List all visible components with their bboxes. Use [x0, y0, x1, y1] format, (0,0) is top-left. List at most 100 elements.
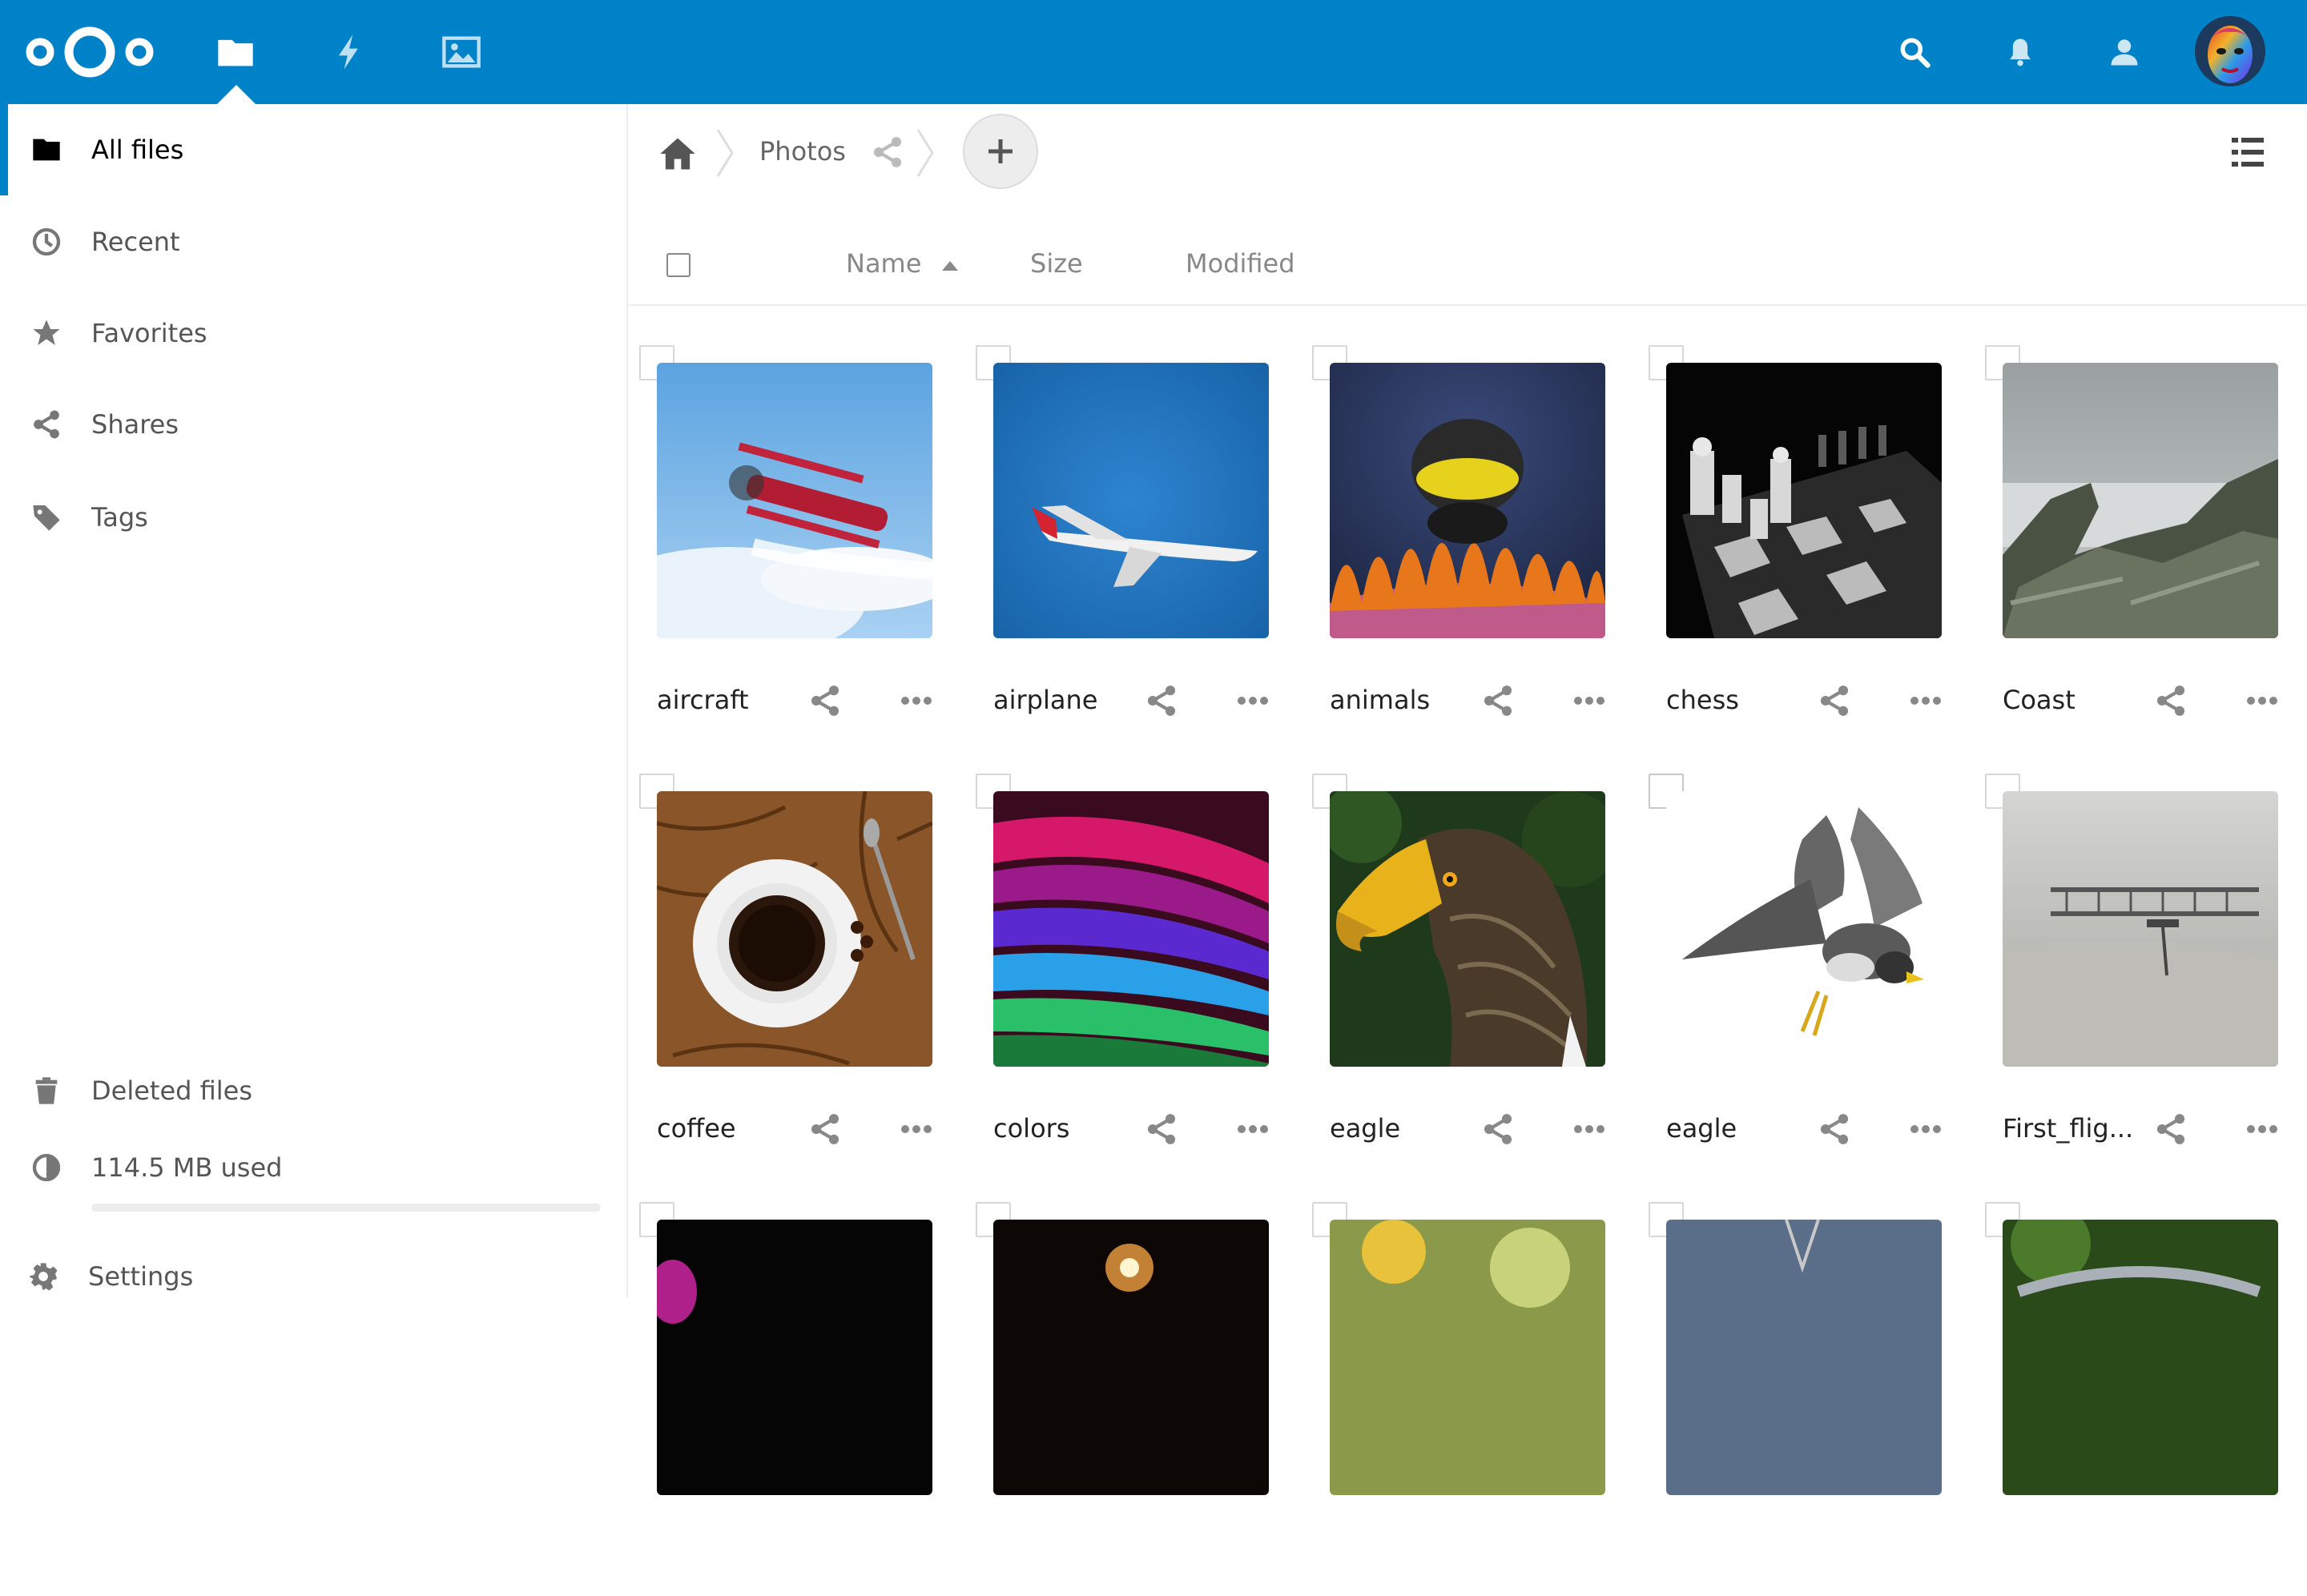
file-thumbnail[interactable]: [2003, 1220, 2278, 1495]
sidebar-item-all-files[interactable]: All files: [0, 104, 626, 195]
select-all-checkbox[interactable]: [666, 253, 690, 277]
home-icon[interactable]: [657, 133, 699, 175]
share-icon[interactable]: [2153, 683, 2188, 718]
gallery-image-icon: [442, 36, 481, 68]
file-tile[interactable]: [1649, 1202, 1947, 1596]
file-tile[interactable]: [976, 1202, 1274, 1596]
file-name[interactable]: eagle: [1666, 1113, 1737, 1144]
notifications-button[interactable]: [1998, 30, 2043, 74]
file-tile[interactable]: chess: [1649, 345, 1947, 739]
file-tile[interactable]: First_flig...: [1985, 774, 2283, 1168]
plus-icon: [988, 139, 1013, 163]
file-tile[interactable]: animals: [1312, 345, 1610, 739]
file-tile[interactable]: [1985, 1202, 2283, 1596]
file-tile[interactable]: eagle: [1649, 774, 1947, 1168]
file-list-header: Name Size Modified: [628, 224, 2307, 306]
app-gallery[interactable]: [437, 28, 485, 76]
more-actions-icon[interactable]: [2246, 1123, 2278, 1136]
sidebar-item-deleted-files[interactable]: Deleted files: [0, 1051, 626, 1131]
file-thumbnail[interactable]: [993, 791, 1269, 1067]
breadcrumb-current-folder[interactable]: Photos: [759, 136, 846, 167]
column-modified[interactable]: Modified: [1186, 248, 1295, 279]
file-tile[interactable]: [639, 1202, 937, 1596]
file-tile[interactable]: Coast: [1985, 345, 2283, 739]
more-actions-icon[interactable]: [1573, 1123, 1605, 1136]
file-name[interactable]: First_flig...: [2003, 1113, 2133, 1144]
share-icon[interactable]: [2153, 1112, 2188, 1147]
file-name[interactable]: colors: [993, 1113, 1069, 1144]
more-actions-icon[interactable]: [1910, 694, 1942, 707]
file-thumbnail[interactable]: [1666, 363, 1942, 638]
search-icon: [1900, 38, 1931, 68]
file-tile[interactable]: coffee: [639, 774, 937, 1168]
share-icon[interactable]: [1480, 1112, 1516, 1147]
file-name[interactable]: airplane: [993, 685, 1097, 715]
app-activity[interactable]: [325, 28, 373, 76]
new-file-button[interactable]: [963, 114, 1038, 189]
nextcloud-logo[interactable]: [24, 24, 155, 80]
more-actions-icon[interactable]: [900, 694, 932, 707]
file-thumbnail[interactable]: [993, 1220, 1269, 1495]
sidebar-item-settings[interactable]: Settings: [0, 1236, 626, 1317]
column-size[interactable]: Size: [1030, 248, 1083, 279]
sidebar-item-tags[interactable]: Tags: [0, 477, 626, 557]
sidebar-item-shares[interactable]: Shares: [0, 384, 626, 464]
more-actions-icon[interactable]: [900, 1123, 932, 1136]
clock-icon: [29, 224, 64, 259]
share-icon[interactable]: [1817, 683, 1852, 718]
more-actions-icon[interactable]: [2246, 694, 2278, 707]
file-name[interactable]: eagle: [1330, 1113, 1400, 1144]
share-icon[interactable]: [870, 135, 905, 170]
file-thumbnail[interactable]: [1666, 791, 1942, 1067]
file-name[interactable]: aircraft: [657, 685, 749, 715]
more-actions-icon[interactable]: [1573, 694, 1605, 707]
breadcrumb-separator: [916, 129, 934, 177]
file-tile[interactable]: eagle: [1312, 774, 1610, 1168]
file-name[interactable]: chess: [1666, 685, 1739, 715]
quota-progress-bar: [91, 1204, 601, 1212]
sidebar-item-label: Tags: [91, 502, 148, 533]
file-name[interactable]: animals: [1330, 685, 1430, 715]
notifications-bell-icon: [2010, 38, 2031, 66]
app-navigation: All files Recent Favorites Shares Tags D…: [0, 104, 628, 1297]
more-actions-icon[interactable]: [1237, 694, 1269, 707]
search-button[interactable]: [1892, 30, 1937, 74]
file-tile[interactable]: airplane: [976, 345, 1274, 739]
share-icon[interactable]: [807, 1112, 843, 1147]
file-thumbnail[interactable]: [1330, 791, 1605, 1067]
share-icon[interactable]: [807, 683, 843, 718]
share-icon[interactable]: [1144, 683, 1179, 718]
files-content: Photos Name Size Modified aircraft airpl…: [628, 104, 2307, 1495]
share-icon[interactable]: [1480, 683, 1516, 718]
file-thumbnail[interactable]: [657, 1220, 932, 1495]
file-thumbnail[interactable]: [2003, 791, 2278, 1067]
file-thumbnail[interactable]: [993, 363, 1269, 638]
share-icon[interactable]: [1144, 1112, 1179, 1147]
contacts-button[interactable]: [2102, 30, 2147, 74]
file-thumbnail[interactable]: [1330, 1220, 1605, 1495]
trash-icon: [29, 1073, 64, 1108]
app-files[interactable]: [211, 28, 260, 76]
file-name[interactable]: coffee: [657, 1113, 736, 1144]
file-thumbnail[interactable]: [1666, 1220, 1942, 1495]
list-view-icon[interactable]: [2228, 133, 2267, 171]
sidebar-item-recent[interactable]: Recent: [0, 202, 626, 282]
settings-label: Settings: [88, 1261, 194, 1292]
file-name[interactable]: Coast: [2003, 685, 2075, 715]
tag-icon: [29, 500, 64, 535]
file-thumbnail[interactable]: [1330, 363, 1605, 638]
more-actions-icon[interactable]: [1237, 1123, 1269, 1136]
column-name[interactable]: Name: [846, 248, 921, 279]
file-thumbnail[interactable]: [2003, 363, 2278, 638]
star-icon: [29, 316, 64, 351]
file-thumbnail[interactable]: [657, 363, 932, 638]
more-actions-icon[interactable]: [1910, 1123, 1942, 1136]
share-icon[interactable]: [1817, 1112, 1852, 1147]
file-tile[interactable]: aircraft: [639, 345, 937, 739]
file-thumbnail[interactable]: [657, 791, 932, 1067]
sidebar-item-favorites[interactable]: Favorites: [0, 293, 626, 373]
user-avatar[interactable]: [2195, 16, 2265, 86]
file-tile[interactable]: colors: [976, 774, 1274, 1168]
file-tile[interactable]: [1312, 1202, 1610, 1596]
sort-ascending-icon: [942, 261, 958, 271]
